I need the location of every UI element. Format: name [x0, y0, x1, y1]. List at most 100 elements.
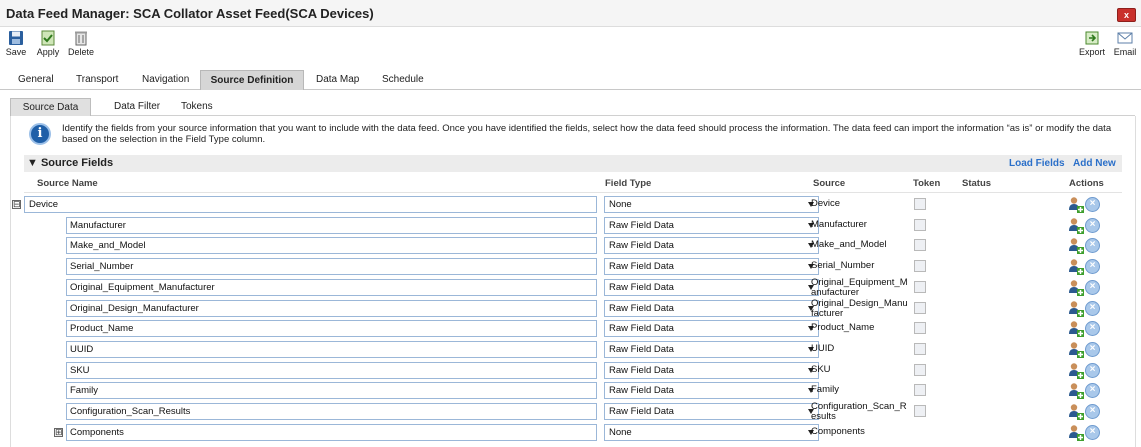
section-title[interactable]: ▼ Source Fields — [27, 157, 113, 169]
token-checkbox[interactable] — [914, 405, 926, 417]
token-checkbox[interactable] — [914, 260, 926, 273]
field-type-select[interactable]: Raw Field Data — [604, 258, 819, 276]
remove-icon[interactable]: × — [1085, 362, 1100, 378]
add-user-icon[interactable] — [1068, 196, 1084, 213]
source-value: Product_Name — [811, 322, 875, 334]
tab-source-definition[interactable]: Source Definition — [200, 70, 304, 90]
delete-button[interactable]: Delete — [67, 30, 95, 57]
expand-icon[interactable]: ⊞ — [54, 427, 63, 437]
tab-transport[interactable]: Transport — [68, 70, 126, 90]
tab-schedule[interactable]: Schedule — [374, 70, 432, 90]
source-name-input[interactable]: Family — [66, 382, 597, 400]
remove-icon[interactable]: × — [1085, 259, 1100, 275]
field-type-select[interactable]: Raw Field Data — [604, 320, 819, 338]
remove-icon[interactable]: × — [1085, 197, 1100, 212]
source-name-input[interactable]: SKU — [66, 361, 597, 379]
source-value: UUID — [811, 342, 835, 354]
source-name-input[interactable]: Components — [66, 423, 597, 441]
token-checkbox[interactable] — [914, 218, 926, 231]
token-checkbox[interactable] — [914, 342, 926, 355]
add-user-icon[interactable] — [1068, 320, 1084, 338]
add-user-icon[interactable] — [1068, 258, 1084, 276]
field-type-value: Raw Field Data — [609, 364, 674, 376]
source-name-input[interactable]: Original_Design_Manufacturer — [66, 299, 597, 317]
token-checkbox[interactable] — [914, 301, 926, 314]
remove-icon[interactable]: × — [1085, 238, 1100, 254]
field-type-select[interactable]: Raw Field Data — [604, 382, 819, 400]
remove-icon[interactable]: × — [1085, 341, 1100, 357]
token-checkbox[interactable] — [914, 363, 926, 376]
remove-icon[interactable]: × — [1085, 300, 1100, 316]
source-name-input[interactable]: Product_Name — [66, 320, 597, 338]
remove-icon[interactable]: × — [1085, 424, 1100, 440]
field-type-select[interactable]: Raw Field Data — [604, 361, 819, 379]
subtab-data-filter[interactable]: Data Filter — [106, 98, 168, 116]
source-fields-header: ▼ Source Fields Load Fields Add New — [24, 155, 1122, 172]
token-checkbox[interactable] — [914, 239, 926, 252]
load-fields-link[interactable]: Load Fields — [1009, 158, 1065, 169]
field-type-select[interactable]: Raw Field Data — [604, 299, 819, 317]
add-user-icon[interactable] — [1068, 362, 1084, 379]
field-type-select[interactable]: Raw Field Data — [604, 237, 819, 255]
source-name-input[interactable]: Device — [24, 196, 597, 213]
tab-data-map[interactable]: Data Map — [308, 70, 367, 90]
add-user-icon[interactable] — [1068, 403, 1084, 420]
token-checkbox[interactable] — [914, 322, 926, 335]
save-label: Save — [5, 47, 27, 57]
apply-button[interactable]: Apply — [36, 30, 60, 57]
field-type-select[interactable]: Raw Field Data — [604, 340, 819, 358]
add-user-icon[interactable] — [1068, 279, 1084, 296]
token-checkbox[interactable] — [914, 198, 926, 210]
add-user-icon[interactable] — [1068, 217, 1084, 234]
source-name-input[interactable]: Serial_Number — [66, 258, 597, 276]
table-row: Serial_Number Raw Field Data Serial_Number… — [24, 257, 1122, 277]
source-name-input[interactable]: Configuration_Scan_Results — [66, 403, 597, 420]
token-checkbox[interactable] — [914, 280, 926, 293]
field-type-select[interactable]: Raw Field Data — [604, 403, 819, 420]
add-new-link[interactable]: Add New — [1073, 158, 1116, 169]
add-user-icon[interactable] — [1068, 237, 1084, 255]
tab-navigation[interactable]: Navigation — [134, 70, 197, 90]
field-type-select[interactable]: None — [604, 196, 819, 213]
add-user-icon[interactable] — [1068, 382, 1084, 400]
field-type-select[interactable]: Raw Field Data — [604, 278, 819, 296]
field-type-value: Raw Field Data — [609, 219, 674, 231]
save-button[interactable]: Save — [5, 30, 27, 57]
row-actions: × — [1068, 300, 1104, 318]
source-value: Original_Equipment_M anufacturer — [811, 276, 908, 298]
remove-icon[interactable]: × — [1085, 217, 1100, 233]
export-button[interactable]: Export — [1078, 30, 1106, 57]
source-name-input[interactable]: Original_Equipment_Manufacturer — [66, 278, 597, 296]
remove-icon[interactable]: × — [1085, 383, 1100, 399]
table-row: Make_and_Model Raw Field Data Make_and_Mod… — [24, 236, 1122, 256]
subtab-tokens[interactable]: Tokens — [173, 98, 221, 116]
source-name-input[interactable]: Make_and_Model — [66, 237, 597, 255]
source-name-input[interactable]: UUID — [66, 340, 597, 358]
collapse-icon[interactable]: ⊟ — [12, 200, 21, 209]
toolbar: Save Apply Delete Export Email — [0, 28, 1141, 62]
row-actions: × — [1068, 424, 1104, 442]
remove-icon[interactable]: × — [1085, 321, 1100, 337]
row-actions: × — [1068, 320, 1104, 338]
add-user-icon[interactable] — [1068, 341, 1084, 358]
table-row: Original_Design_Manufacturer Raw Field Da… — [24, 297, 1122, 319]
subtab-source-data[interactable]: Source Data — [10, 98, 91, 116]
close-button[interactable]: x — [1117, 8, 1136, 22]
info-message: Identify the fields from your source inf… — [62, 123, 1112, 145]
email-button[interactable]: Email — [1111, 30, 1139, 57]
remove-icon[interactable]: × — [1085, 279, 1100, 295]
table-row: SKU Raw Field Data SKU × — [24, 361, 1122, 381]
token-checkbox[interactable] — [914, 384, 926, 397]
source-value: Family — [811, 384, 839, 396]
field-type-select[interactable]: None — [604, 423, 819, 441]
add-user-icon[interactable] — [1068, 424, 1084, 441]
source-value: Original_Design_Manu facturer — [811, 297, 908, 319]
col-actions: Actions — [1069, 178, 1104, 189]
tab-general[interactable]: General — [10, 70, 62, 90]
source-name-input[interactable]: Manufacturer — [66, 216, 597, 234]
field-type-select[interactable]: Raw Field Data — [604, 216, 819, 234]
remove-icon[interactable]: × — [1085, 404, 1100, 419]
source-value: Make_and_Model — [811, 239, 887, 251]
add-user-icon[interactable] — [1068, 300, 1084, 317]
delete-label: Delete — [67, 47, 94, 57]
